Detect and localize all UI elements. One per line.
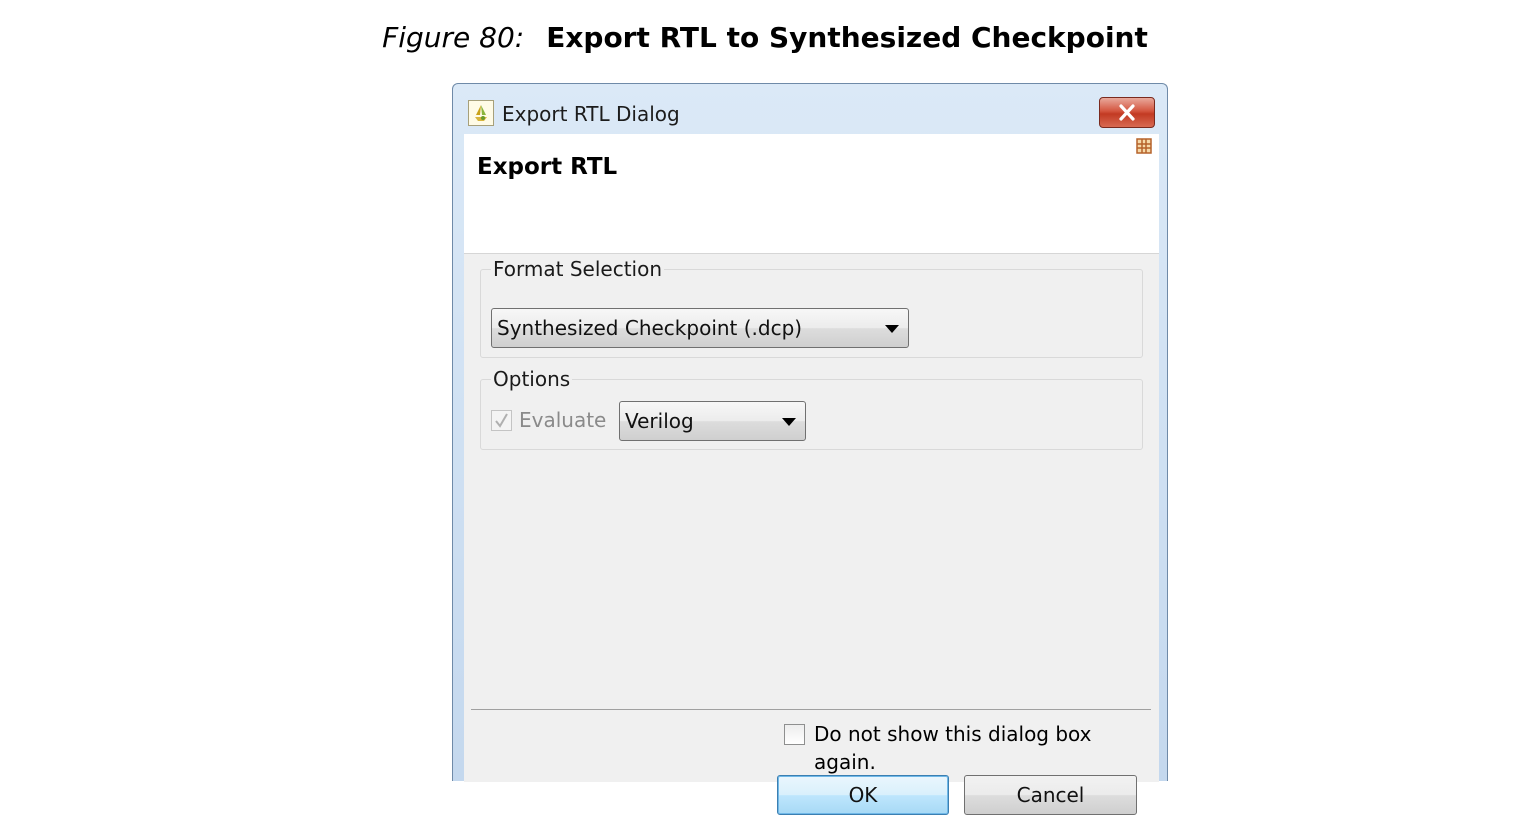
checkmark-icon xyxy=(495,413,508,428)
figure-title: Export RTL to Synthesized Checkpoint xyxy=(546,21,1148,54)
title-bar[interactable]: Export RTL Dialog xyxy=(453,84,1167,132)
chevron-down-icon xyxy=(782,418,796,426)
window-title: Export RTL Dialog xyxy=(502,102,680,126)
format-selection-legend: Format Selection xyxy=(491,255,665,283)
chevron-down-icon xyxy=(885,325,899,333)
grid-icon xyxy=(1136,138,1152,154)
format-select[interactable]: Synthesized Checkpoint (.dcp) xyxy=(491,308,909,348)
dialog-banner: Export RTL xyxy=(464,134,1159,254)
cancel-button[interactable]: Cancel xyxy=(964,775,1137,815)
language-select-value: Verilog xyxy=(625,409,694,433)
dont-show-again-checkbox[interactable] xyxy=(784,724,805,745)
export-rtl-dialog-window: Export RTL Dialog Export RTL Format Sele… xyxy=(452,83,1168,815)
evaluate-checkbox[interactable] xyxy=(491,410,512,431)
language-select[interactable]: Verilog xyxy=(619,401,806,441)
banner-title: Export RTL xyxy=(477,154,618,180)
dont-show-again-label[interactable]: Do not show this dialog box again. xyxy=(814,720,1159,776)
close-button[interactable] xyxy=(1099,97,1155,128)
evaluate-label: Evaluate xyxy=(519,408,607,432)
footer-separator xyxy=(471,709,1151,710)
options-legend: Options xyxy=(491,365,573,393)
figure-label: Figure 80: xyxy=(382,21,525,54)
format-select-value: Synthesized Checkpoint (.dcp) xyxy=(497,316,803,340)
figure-caption: Figure 80: Export RTL to Synthesized Chec… xyxy=(0,18,1530,58)
ok-button[interactable]: OK xyxy=(777,775,949,815)
vivado-hls-icon xyxy=(468,100,494,126)
dialog-client-area: Export RTL Format Selection Synthesized … xyxy=(464,134,1159,815)
options-group: Options Evaluate Verilog xyxy=(480,365,1143,450)
close-icon xyxy=(1119,104,1135,121)
format-selection-group: Format Selection Synthesized Checkpoint … xyxy=(480,255,1143,358)
